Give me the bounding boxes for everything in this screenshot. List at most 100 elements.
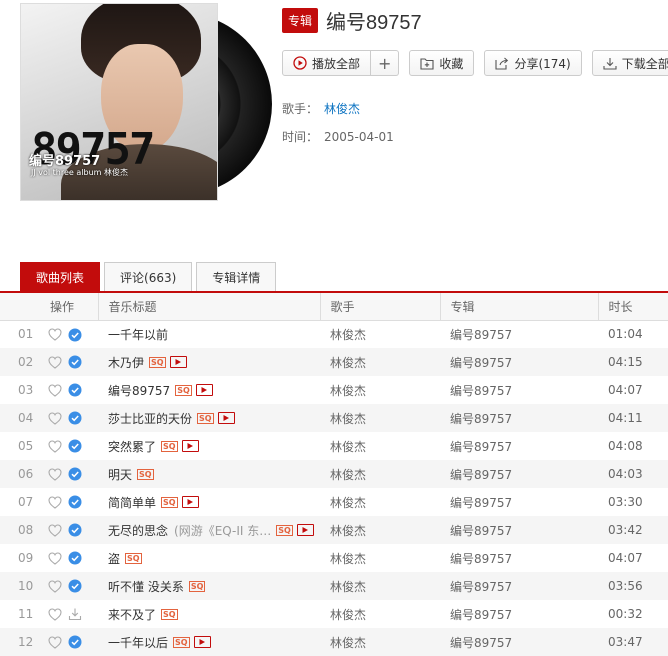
heart-icon[interactable] [48, 440, 62, 453]
song-title[interactable]: 编号89757 [108, 382, 170, 399]
row-ops [40, 460, 98, 488]
header-title[interactable]: 音乐标题 [97, 293, 320, 321]
heart-icon[interactable] [48, 412, 62, 425]
song-album[interactable]: 编号89757 [440, 628, 598, 656]
song-artist[interactable]: 林俊杰 [320, 376, 440, 404]
song-title[interactable]: 木乃伊 [108, 354, 144, 371]
header-duration[interactable]: 时长 [597, 293, 668, 321]
check-circle-icon[interactable] [68, 328, 82, 342]
table-row[interactable]: 07 简简单单 SQ 林俊杰 编号89757 03:30 [0, 488, 668, 516]
song-album[interactable]: 编号89757 [440, 404, 598, 432]
heart-icon[interactable] [48, 580, 62, 593]
download-icon[interactable] [68, 607, 82, 621]
check-circle-icon[interactable] [68, 355, 82, 369]
song-artist[interactable]: 林俊杰 [320, 320, 440, 348]
tab-album-details[interactable]: 专辑详情 [196, 262, 277, 292]
song-title[interactable]: 突然累了 [108, 438, 156, 455]
song-album[interactable]: 编号89757 [440, 376, 598, 404]
table-row[interactable]: 10 听不懂 没关系 SQ 林俊杰 编号89757 03:56 [0, 572, 668, 600]
song-artist[interactable]: 林俊杰 [320, 404, 440, 432]
table-row[interactable]: 01 一千年以前 林俊杰 编号89757 01:04 [0, 320, 668, 348]
header-artist[interactable]: 歌手 [319, 293, 440, 321]
song-title[interactable]: 简简单单 [108, 494, 156, 511]
heart-icon[interactable] [48, 496, 62, 509]
album-cover[interactable]: 89757 编号89757 JJ vol three album 林俊杰 [20, 3, 218, 201]
heart-icon[interactable] [48, 636, 62, 649]
heart-icon[interactable] [48, 384, 62, 397]
song-title[interactable]: 一千年以前 [108, 326, 168, 343]
mv-play-icon[interactable] [181, 496, 199, 508]
song-title[interactable]: 一千年以后 [108, 634, 168, 651]
play-all-button[interactable]: 播放全部 [282, 50, 372, 76]
share-button[interactable]: 分享(174) [484, 50, 582, 76]
mv-play-icon[interactable] [195, 384, 213, 396]
song-album[interactable]: 编号89757 [440, 488, 598, 516]
heart-icon[interactable] [48, 356, 62, 369]
song-artist[interactable]: 林俊杰 [320, 544, 440, 572]
song-title[interactable]: 无尽的思念 [108, 522, 168, 539]
table-row[interactable]: 04 莎士比亚的天份 SQ 林俊杰 编号89757 04:11 [0, 404, 668, 432]
mv-play-icon[interactable] [217, 412, 235, 424]
song-album[interactable]: 编号89757 [440, 516, 598, 544]
song-album[interactable]: 编号89757 [440, 572, 598, 600]
table-row[interactable]: 09 盗 SQ 林俊杰 编号89757 04:07 [0, 544, 668, 572]
song-album[interactable]: 编号89757 [440, 460, 598, 488]
song-artist[interactable]: 林俊杰 [320, 432, 440, 460]
mv-play-icon[interactable] [193, 636, 211, 648]
song-artist[interactable]: 林俊杰 [320, 460, 440, 488]
artist-label: 歌手： [282, 102, 319, 116]
song-album[interactable]: 编号89757 [440, 320, 598, 348]
check-circle-icon[interactable] [68, 411, 82, 425]
song-title[interactable]: 明天 [108, 466, 132, 483]
song-album[interactable]: 编号89757 [440, 432, 598, 460]
song-artist[interactable]: 林俊杰 [320, 572, 440, 600]
tab-comments[interactable]: 评论(663) [104, 262, 193, 292]
mv-play-icon[interactable] [169, 356, 187, 368]
check-circle-icon[interactable] [68, 383, 82, 397]
download-all-button[interactable]: 下载全部 [591, 50, 668, 76]
song-album[interactable]: 编号89757 [440, 348, 598, 376]
tab-song-list[interactable]: 歌曲列表 [20, 262, 101, 292]
table-row[interactable]: 08 无尽的思念 (网游《EQ-II 东… SQ 林俊杰 编号89757 03:42 [0, 516, 668, 544]
heart-icon[interactable] [48, 328, 62, 341]
check-circle-icon[interactable] [68, 523, 82, 537]
table-row[interactable]: 06 明天 SQ 林俊杰 编号89757 04:03 [0, 460, 668, 488]
song-title[interactable]: 盗 [108, 550, 120, 567]
song-title[interactable]: 听不懂 没关系 [108, 578, 184, 595]
song-album[interactable]: 编号89757 [440, 544, 598, 572]
add-to-list-button[interactable]: + [371, 50, 400, 76]
heart-icon[interactable] [48, 608, 62, 621]
check-circle-icon[interactable] [68, 495, 82, 509]
check-circle-icon[interactable] [68, 467, 82, 481]
collect-button[interactable]: 收藏 [409, 50, 475, 76]
cover-sub-text: JJ vol three album 林俊杰 [31, 168, 128, 177]
song-title[interactable]: 来不及了 [108, 606, 156, 623]
check-circle-icon[interactable] [68, 551, 82, 565]
song-artist[interactable]: 林俊杰 [320, 348, 440, 376]
table-row[interactable]: 03 编号89757 SQ 林俊杰 编号89757 04:07 [0, 376, 668, 404]
artist-link[interactable]: 林俊杰 [324, 102, 360, 116]
table-row[interactable]: 05 突然累了 SQ 林俊杰 编号89757 04:08 [0, 432, 668, 460]
heart-icon[interactable] [48, 552, 62, 565]
song-artist[interactable]: 林俊杰 [320, 488, 440, 516]
check-circle-icon[interactable] [68, 579, 82, 593]
play-button-group: 播放全部 + [282, 50, 400, 76]
table-row[interactable]: 11 来不及了 SQ 林俊杰 编号89757 00:32 [0, 600, 668, 628]
song-duration: 04:11 [598, 404, 668, 432]
check-circle-icon[interactable] [68, 635, 82, 649]
song-album[interactable]: 编号89757 [440, 600, 598, 628]
table-row[interactable]: 02 木乃伊 SQ 林俊杰 编号89757 04:15 [0, 348, 668, 376]
header-album[interactable]: 专辑 [439, 293, 598, 321]
table-row[interactable]: 12 一千年以后 SQ 林俊杰 编号89757 03:47 [0, 628, 668, 656]
song-artist[interactable]: 林俊杰 [320, 628, 440, 656]
check-circle-icon[interactable] [68, 439, 82, 453]
track-number: 07 [0, 488, 40, 516]
heart-icon[interactable] [48, 524, 62, 537]
heart-icon[interactable] [48, 468, 62, 481]
album-title: 编号89757 [326, 12, 422, 34]
mv-play-icon[interactable] [296, 524, 314, 536]
song-artist[interactable]: 林俊杰 [320, 600, 440, 628]
mv-play-icon[interactable] [181, 440, 199, 452]
song-title[interactable]: 莎士比亚的天份 [108, 410, 192, 427]
song-artist[interactable]: 林俊杰 [320, 516, 440, 544]
